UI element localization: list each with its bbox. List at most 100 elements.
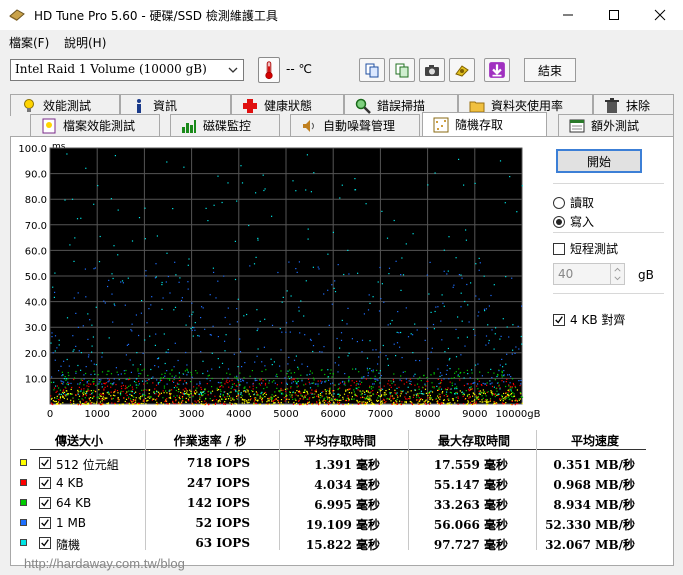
data-point [324,381,326,383]
data-point [224,401,226,403]
data-point [309,387,312,389]
tab-erase[interactable]: 抹除 [593,94,674,116]
data-point [442,391,444,393]
drive-select[interactable]: Intel Raid 1 Volume (10000 gB) [10,59,244,81]
data-point [228,380,231,382]
data-point [102,403,104,406]
data-point [82,394,85,396]
data-point [327,289,329,291]
data-point [396,387,398,389]
data-point [378,310,381,312]
data-point [351,338,353,340]
series-checkbox[interactable] [39,497,51,509]
data-point [388,388,390,390]
data-point [157,403,159,405]
stepper-arrows-icon[interactable] [610,264,624,284]
data-point [400,331,402,334]
tab-disk-monitor[interactable]: 磁碟監控 [170,114,280,136]
data-point [114,304,116,307]
data-point [85,296,87,298]
series-checkbox[interactable] [39,537,51,549]
start-button[interactable]: 開始 [556,149,642,173]
data-point [228,395,230,397]
tab-random-access[interactable]: 隨機存取 [422,112,547,136]
data-point [378,356,380,358]
data-point [254,361,256,363]
data-point [244,399,246,401]
data-point [401,380,403,382]
menu-help[interactable]: 說明(H) [64,34,106,51]
data-point [467,400,469,402]
data-point [333,393,335,395]
data-point [149,396,151,398]
data-point [485,344,487,346]
data-point [191,302,193,304]
data-point [197,400,199,402]
data-point [166,398,168,400]
data-point [497,393,499,395]
data-point [443,378,445,380]
menu-bar: 檔案(F) 說明(H) [0,31,683,51]
series-checkbox[interactable] [39,477,51,489]
data-point [431,386,434,388]
short-test-box [553,242,565,255]
copy-info-button[interactable] [359,58,385,82]
minimize-button[interactable] [545,0,591,30]
data-point [461,277,463,279]
data-point [158,391,160,393]
exit-button[interactable]: 結束 [524,58,576,82]
data-point [512,396,514,398]
data-point [329,399,331,401]
data-point [67,372,69,374]
data-point [273,402,275,404]
data-point [70,382,72,384]
temperature-button[interactable] [258,57,280,83]
short-test-checkbox[interactable]: 短程測試 [553,240,618,257]
data-point [381,283,383,285]
data-point [253,398,256,400]
tab-info[interactable]: 資訊 [120,94,231,116]
series-checkbox[interactable] [39,457,51,469]
data-point [487,403,489,405]
copy-screenshot-button[interactable] [389,58,415,82]
data-point [178,372,180,374]
data-point [291,396,293,398]
data-point [255,402,257,405]
data-point [273,361,275,363]
x-tick-label: 1000 [84,409,109,420]
menu-file[interactable]: 檔案(F) [9,34,49,51]
data-point [229,323,231,325]
read-radio[interactable]: 讀取 [553,194,594,211]
save-button[interactable] [484,58,510,82]
data-point [392,379,394,381]
short-test-size-stepper[interactable]: 40 [553,263,625,285]
screenshot-button[interactable] [419,58,445,82]
data-point [80,217,82,219]
data-point [385,355,387,357]
data-point [135,391,137,393]
data-point [518,348,520,350]
data-point [196,372,198,374]
tab-file-benchmark[interactable]: 檔案效能測試 [30,114,160,136]
options-button[interactable] [449,58,475,82]
data-point [268,397,270,399]
data-point [308,401,310,403]
data-point [59,399,61,401]
close-button[interactable] [637,0,683,30]
write-radio[interactable]: 寫入 [553,213,594,230]
tab-label: 效能測試 [43,99,92,113]
series-checkbox[interactable] [39,517,51,529]
maximize-button[interactable] [591,0,637,30]
data-point [469,395,471,398]
tab-extra-tests[interactable]: 額外測試 [558,114,674,136]
data-point [285,322,288,324]
align-4kb-checkbox[interactable]: 4 KB 對齊 [553,311,625,328]
data-point [294,398,296,400]
data-point [179,277,181,279]
data-point [66,383,68,385]
data-point [377,400,380,402]
tab-benchmark[interactable]: 效能測試 [10,94,120,116]
data-point [169,292,171,294]
tab-aam[interactable]: 自動噪聲管理 [290,114,420,136]
tab-health[interactable]: 健康狀態 [231,94,344,116]
